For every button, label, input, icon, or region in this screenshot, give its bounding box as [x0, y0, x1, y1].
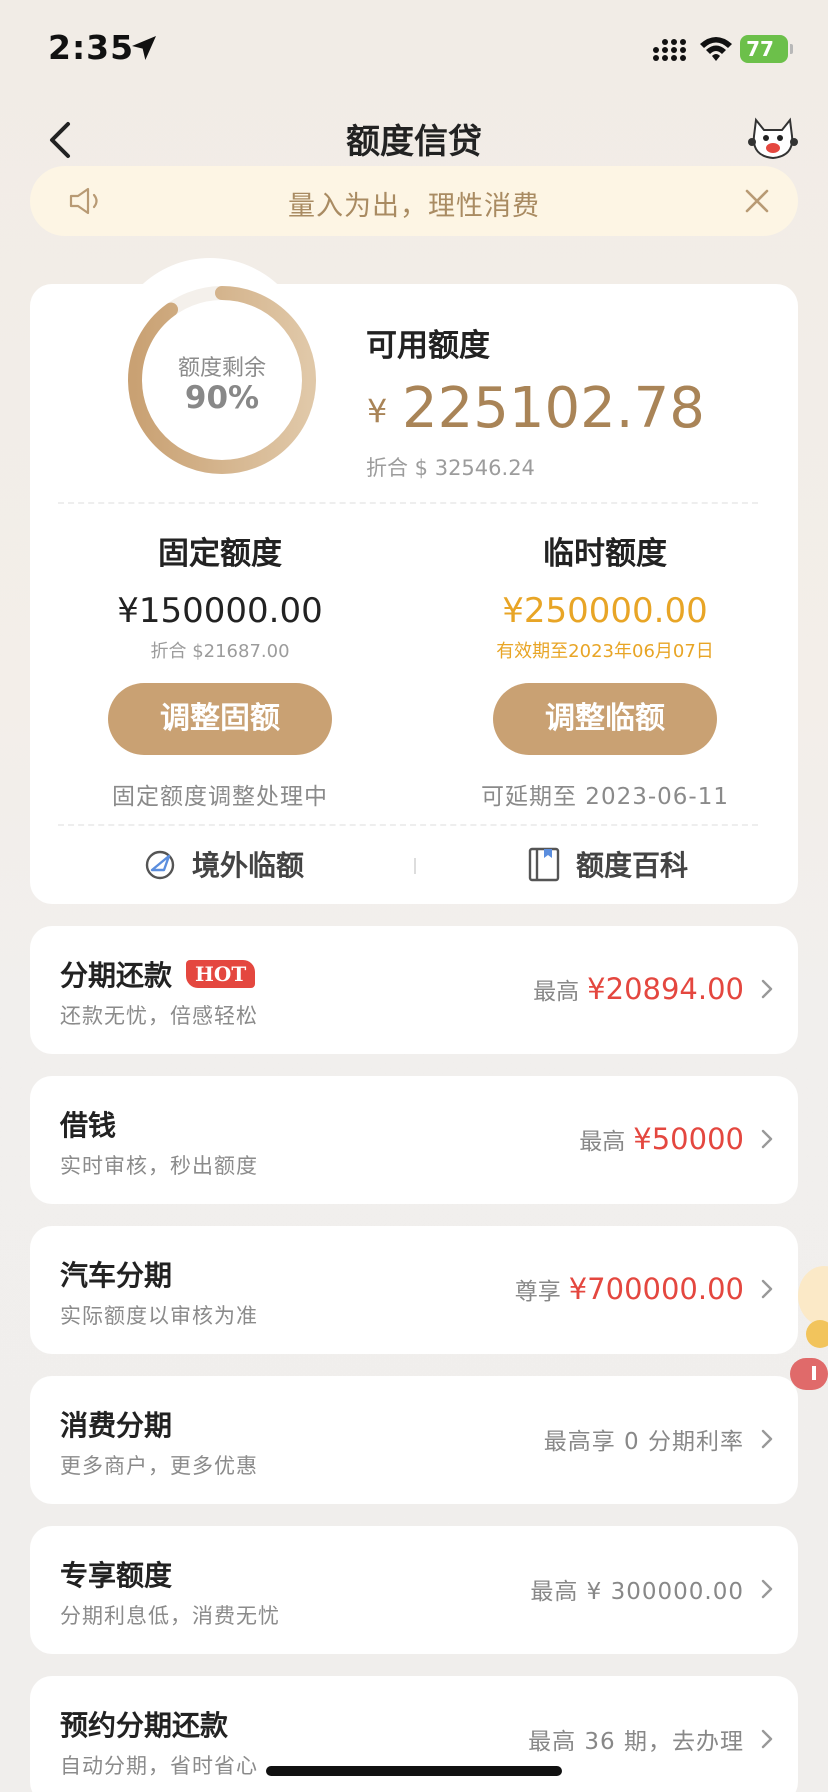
- quota-encyclopedia-label: 额度百科: [576, 849, 689, 882]
- card-value: 最高 ¥20894.00: [533, 972, 744, 1006]
- mascot-avatar-icon[interactable]: [748, 116, 798, 160]
- card-subtitle: 还款无忧，倍感轻松: [60, 1004, 258, 1028]
- temporary-quota-validity: 有效期至2023年06月07日: [496, 641, 714, 662]
- adjust-fixed-quota-button[interactable]: 调整固额: [108, 683, 332, 755]
- temporary-quota-note: 可延期至 2023-06-11: [481, 784, 729, 810]
- separator: [414, 858, 416, 874]
- close-icon[interactable]: [744, 188, 770, 214]
- available-quota-title: 可用额度: [366, 328, 490, 364]
- overseas-temp-quota-label: 境外临额: [192, 849, 305, 882]
- fixed-quota-amount: ¥150000.00: [117, 591, 323, 631]
- temporary-quota-title: 临时额度: [543, 536, 667, 572]
- wifi-icon: [700, 37, 732, 61]
- installment-repayment-card[interactable]: 分期还款 HOT 还款无忧，倍感轻松 最高 ¥20894.00: [30, 926, 798, 1054]
- card-value: 最高 36 期，去办理: [528, 1722, 744, 1756]
- value-amount: ¥50000: [633, 1122, 744, 1156]
- available-amount: 225102.78: [402, 376, 705, 441]
- card-value: 尊享 ¥700000.00: [515, 1272, 744, 1306]
- value-amount: ¥20894.00: [587, 972, 744, 1006]
- fixed-quota-title: 固定额度: [158, 536, 282, 572]
- card-value: 最高 ¥ 300000.00: [530, 1572, 744, 1606]
- divider: [58, 502, 758, 504]
- fixed-quota-converted: 折合 $21687.00: [150, 641, 290, 662]
- card-title: 借钱: [60, 1109, 117, 1142]
- available-converted: 折合 $ 32546.24: [366, 456, 535, 480]
- quota-encyclopedia-link[interactable]: 额度百科: [526, 844, 688, 884]
- value-prefix: 尊享: [514, 1279, 561, 1305]
- value-text: 最高享 0 分期利率: [543, 1429, 744, 1455]
- chevron-right-icon: [761, 1129, 773, 1149]
- available-currency: ¥: [367, 392, 388, 430]
- ring-percent: 90%: [184, 380, 260, 416]
- value-prefix: 最高: [579, 1129, 626, 1155]
- cellular-signal-icon: [653, 39, 686, 61]
- book-icon: [528, 847, 560, 882]
- ring-label: 额度剩余: [177, 356, 266, 381]
- floating-promo-icon[interactable]: [790, 1254, 828, 1394]
- plane-globe-icon: [145, 850, 175, 880]
- card-title: 预约分期还款: [60, 1709, 229, 1742]
- card-title: 汽车分期: [60, 1259, 173, 1292]
- chevron-right-icon: [761, 1579, 773, 1599]
- temporary-quota-column: 临时额度 ¥250000.00 有效期至2023年06月07日 调整临额 可延期…: [425, 528, 785, 811]
- status-time: 2:35: [48, 28, 135, 67]
- fixed-quota-note: 固定额度调整处理中: [112, 784, 328, 810]
- card-title: 消费分期: [60, 1409, 173, 1442]
- card-subtitle: 实时审核，秒出额度: [60, 1154, 258, 1178]
- fixed-quota-column: 固定额度 ¥150000.00 折合 $21687.00 调整固额 固定额度调整…: [40, 528, 400, 811]
- card-subtitle: 更多商户，更多优惠: [60, 1454, 258, 1478]
- card-value: 最高享 0 分期利率: [544, 1422, 744, 1456]
- value-amount: ¥700000.00: [568, 1272, 744, 1306]
- installment-repayment-title: 分期还款: [60, 959, 173, 992]
- chevron-right-icon: [761, 1279, 773, 1299]
- status-bar: 2:35 77: [0, 0, 828, 100]
- notice-bar: 量入为出，理性消费: [30, 166, 798, 236]
- page-title: 额度信贷: [346, 122, 482, 162]
- card-title: 专享额度: [60, 1559, 173, 1592]
- card-subtitle: 自动分期，省时省心: [60, 1754, 258, 1778]
- chevron-right-icon: [761, 1429, 773, 1449]
- car-installment-card[interactable]: 汽车分期 实际额度以审核为准 尊享 ¥700000.00: [30, 1226, 798, 1354]
- chevron-right-icon: [761, 1729, 773, 1749]
- card-title: 分期还款 HOT: [60, 954, 256, 994]
- battery-indicator: 77: [740, 35, 793, 63]
- value-text: 最高 ¥ 300000.00: [530, 1579, 744, 1605]
- notice-text: 量入为出，理性消费: [288, 191, 540, 222]
- card-subtitle: 分期利息低，消费无忧: [60, 1604, 280, 1628]
- exclusive-quota-card[interactable]: 专享额度 分期利息低，消费无忧 最高 ¥ 300000.00: [30, 1526, 798, 1654]
- value-text: 最高 36 期，去办理: [528, 1729, 744, 1755]
- location-arrow-icon: [132, 36, 156, 60]
- card-value: 最高 ¥50000: [579, 1122, 744, 1156]
- hot-badge: HOT: [186, 960, 256, 988]
- borrow-money-card[interactable]: 借钱 实时审核，秒出额度 最高 ¥50000: [30, 1076, 798, 1204]
- battery-level: 77: [746, 37, 774, 61]
- value-prefix: 最高: [533, 979, 580, 1005]
- overseas-temp-quota-link[interactable]: 境外临额: [142, 844, 304, 884]
- temporary-quota-amount: ¥250000.00: [502, 591, 708, 631]
- adjust-temporary-quota-button[interactable]: 调整临额: [493, 683, 717, 755]
- divider: [58, 824, 758, 826]
- home-indicator: [266, 1766, 562, 1776]
- chevron-right-icon: [761, 979, 773, 999]
- consumer-installment-card[interactable]: 消费分期 更多商户，更多优惠 最高享 0 分期利率: [30, 1376, 798, 1504]
- card-subtitle: 实际额度以审核为准: [60, 1304, 258, 1328]
